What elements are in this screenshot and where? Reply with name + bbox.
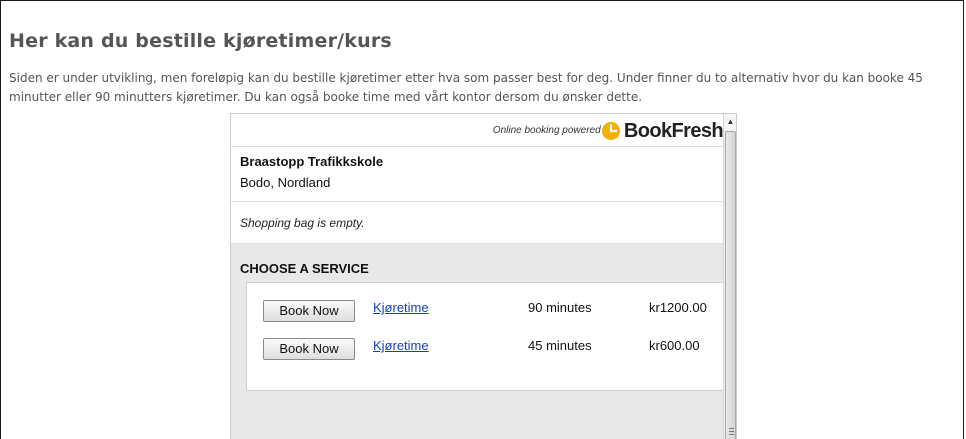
service-duration: 90 minutes [528, 300, 592, 315]
service-duration: 45 minutes [528, 338, 592, 353]
business-name: Braastopp Trafikkskole [240, 154, 384, 169]
scrollbar-thumb[interactable] [725, 131, 736, 439]
book-now-button[interactable]: Book Now [263, 338, 355, 360]
page-title: Her kan du bestille kjøretimer/kurs [9, 30, 392, 52]
service-list: Book Now Kjøretime 90 minutes kr1200.00 … [246, 282, 723, 391]
shopping-bag-status: Shopping bag is empty. [240, 216, 365, 230]
scroll-up-arrow-icon[interactable]: ▲ [724, 114, 736, 130]
booking-widget: Online booking powered by BookFresh Braa… [230, 113, 737, 439]
widget-header: Online booking powered by BookFresh [231, 114, 724, 147]
service-row: Book Now Kjøretime 45 minutes kr600.00 [247, 338, 724, 360]
intro-text: Siden er under utvikling, men foreløpig … [9, 71, 923, 104]
service-link[interactable]: Kjøretime [373, 338, 429, 353]
scroll-grip-icon [729, 428, 734, 435]
service-row: Book Now Kjøretime 90 minutes kr1200.00 [247, 300, 724, 322]
book-now-button[interactable]: Book Now [263, 300, 355, 322]
vertical-scrollbar[interactable]: ▲ [723, 114, 736, 439]
service-link[interactable]: Kjøretime [373, 300, 429, 315]
bookfresh-logo[interactable]: BookFresh [601, 118, 724, 144]
business-location: Bodo, Nordland [240, 175, 331, 190]
service-price: kr600.00 [649, 338, 700, 353]
logo-text: BookFresh [623, 119, 724, 142]
service-price: kr1200.00 [649, 300, 707, 315]
powered-by-text: Online booking powered by [492, 125, 614, 136]
shopping-bag: Shopping bag is empty. [231, 202, 723, 244]
choose-service-heading: CHOOSE A SERVICE [240, 261, 369, 276]
clock-icon [601, 122, 620, 140]
business-info: Braastopp Trafikkskole Bodo, Nordland [231, 147, 723, 202]
